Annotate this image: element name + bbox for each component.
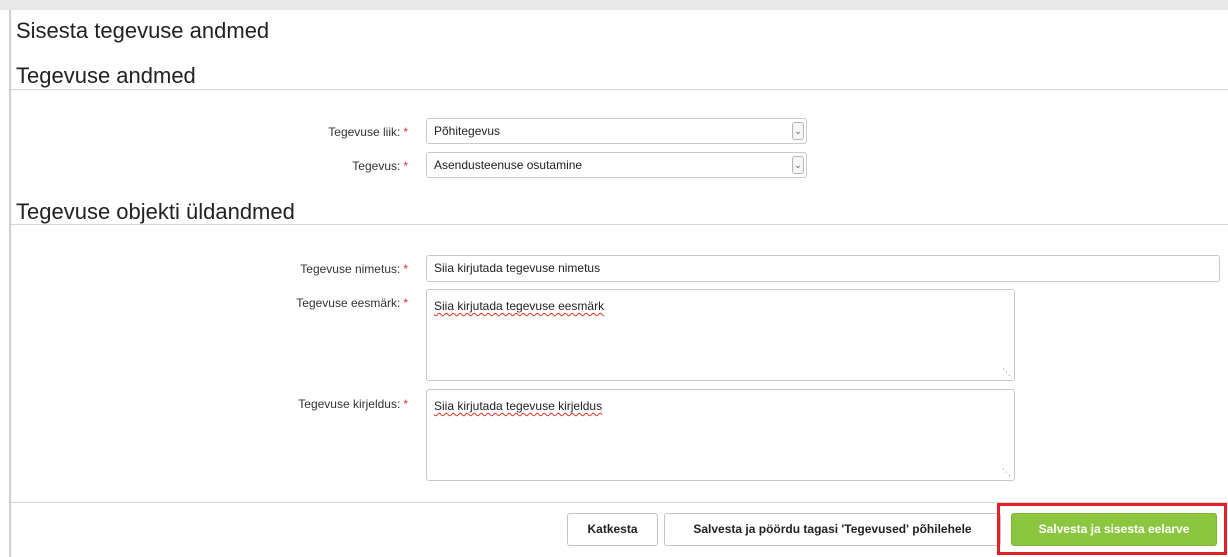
tegevuse-nimetus-value: Siia kirjutada tegevuse nimetus — [434, 261, 601, 275]
section-title-tegevuse-andmed: Tegevuse andmed — [16, 63, 196, 88]
required-mark: * — [403, 159, 408, 173]
tegevuse-nimetus-input[interactable]: Siia kirjutada tegevuse nimetus — [426, 255, 1220, 282]
required-mark: * — [403, 125, 408, 139]
required-mark: * — [403, 397, 408, 411]
tegevuse-kirjeldus-label: Tegevuse kirjeldus: * — [298, 397, 408, 411]
tegevuse-nimetus-label-text: Tegevuse nimetus: — [300, 262, 401, 276]
tegevuse-nimetus-label: Tegevuse nimetus: * — [300, 262, 408, 276]
required-mark: * — [403, 262, 408, 276]
highlight-box — [997, 503, 1227, 555]
tegevuse-liik-label: Tegevuse liik: * — [328, 125, 408, 139]
tegevuse-kirjeldus-label-text: Tegevuse kirjeldus: — [298, 397, 401, 411]
section-divider — [11, 224, 1228, 225]
resize-grip-icon[interactable]: ⋱ — [1002, 467, 1011, 478]
tegevuse-kirjeldus-value: Siia kirjutada tegevuse kirjeldus — [434, 399, 603, 413]
tegevuse-eesmark-label-text: Tegevuse eesmärk: — [296, 296, 401, 310]
chevron-down-icon[interactable]: ⌄ — [792, 122, 804, 140]
tegevus-value: Asendusteenuse osutamine — [434, 158, 583, 172]
chevron-down-icon[interactable]: ⌄ — [792, 156, 804, 174]
required-mark: * — [403, 296, 408, 310]
section-divider — [11, 89, 1228, 90]
tegevuse-eesmark-label: Tegevuse eesmärk: * — [296, 296, 408, 310]
resize-grip-icon[interactable]: ⋱ — [1002, 367, 1011, 378]
tegevuse-kirjeldus-textarea[interactable]: Siia kirjutada tegevuse kirjeldus ⋱ — [426, 389, 1015, 481]
left-border — [9, 10, 11, 557]
section-title-objekti-uldandmed: Tegevuse objekti üldandmed — [16, 199, 295, 224]
tegevuse-eesmark-value: Siia kirjutada tegevuse eesmärk — [434, 299, 605, 313]
tegevuse-liik-select[interactable]: Põhitegevus ⌄ — [426, 118, 807, 144]
tegevuse-eesmark-textarea[interactable]: Siia kirjutada tegevuse eesmärk ⋱ — [426, 289, 1015, 381]
cancel-button[interactable]: Katkesta — [567, 513, 658, 546]
tegevus-label-text: Tegevus: — [352, 159, 401, 173]
tegevuse-liik-value: Põhitegevus — [434, 124, 501, 138]
save-and-return-button[interactable]: Salvesta ja pöördu tagasi 'Tegevused' põ… — [664, 513, 1001, 546]
tegevuse-liik-label-text: Tegevuse liik: — [328, 125, 401, 139]
top-bar — [0, 0, 1228, 10]
tegevus-label: Tegevus: * — [352, 159, 408, 173]
tegevus-select[interactable]: Asendusteenuse osutamine ⌄ — [426, 152, 807, 178]
page-title: Sisesta tegevuse andmed — [16, 18, 270, 43]
